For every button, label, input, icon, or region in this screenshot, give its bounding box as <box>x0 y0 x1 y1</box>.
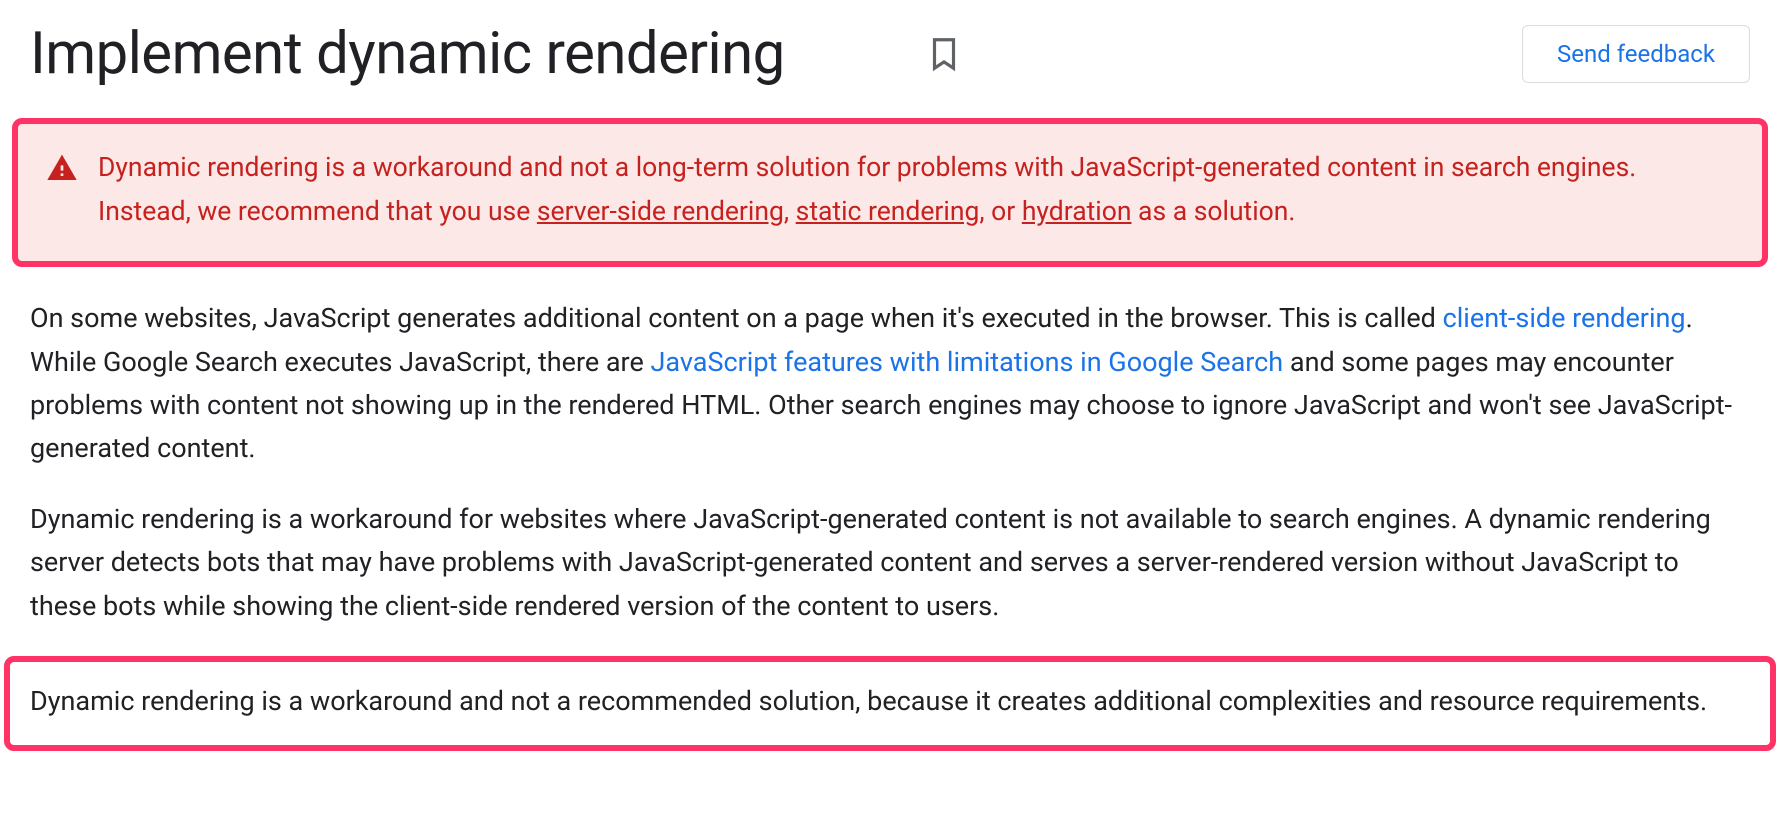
page-header: Implement dynamic rendering Send feedbac… <box>30 20 1750 88</box>
page-title: Implement dynamic rendering <box>30 20 785 88</box>
warning-alert: Dynamic rendering is a workaround and no… <box>12 118 1768 267</box>
bookmark-button[interactable] <box>925 35 963 73</box>
intro-paragraph-2: Dynamic rendering is a workaround for we… <box>30 498 1750 628</box>
link-static-rendering[interactable]: static rendering <box>796 196 980 227</box>
alert-text-segment: , or <box>979 196 1021 227</box>
send-feedback-button[interactable]: Send feedback <box>1522 25 1750 83</box>
intro-paragraph-1: On some websites, JavaScript generates a… <box>30 297 1750 470</box>
highlighted-note: Dynamic rendering is a workaround and no… <box>4 656 1776 751</box>
link-client-side-rendering[interactable]: client-side rendering <box>1443 302 1686 334</box>
link-hydration[interactable]: hydration <box>1022 196 1132 227</box>
alert-text-segment: as a solution. <box>1131 196 1295 227</box>
alert-text-segment: , <box>784 196 796 227</box>
link-js-limitations[interactable]: JavaScript features with limitations in … <box>650 346 1283 378</box>
link-server-side-rendering[interactable]: server-side rendering <box>537 196 784 227</box>
warning-icon <box>46 152 78 233</box>
highlighted-paragraph: Dynamic rendering is a workaround and no… <box>30 680 1750 723</box>
text-segment: On some websites, JavaScript generates a… <box>30 302 1443 334</box>
bookmark-icon <box>925 35 963 73</box>
warning-text: Dynamic rendering is a workaround and no… <box>98 146 1734 233</box>
